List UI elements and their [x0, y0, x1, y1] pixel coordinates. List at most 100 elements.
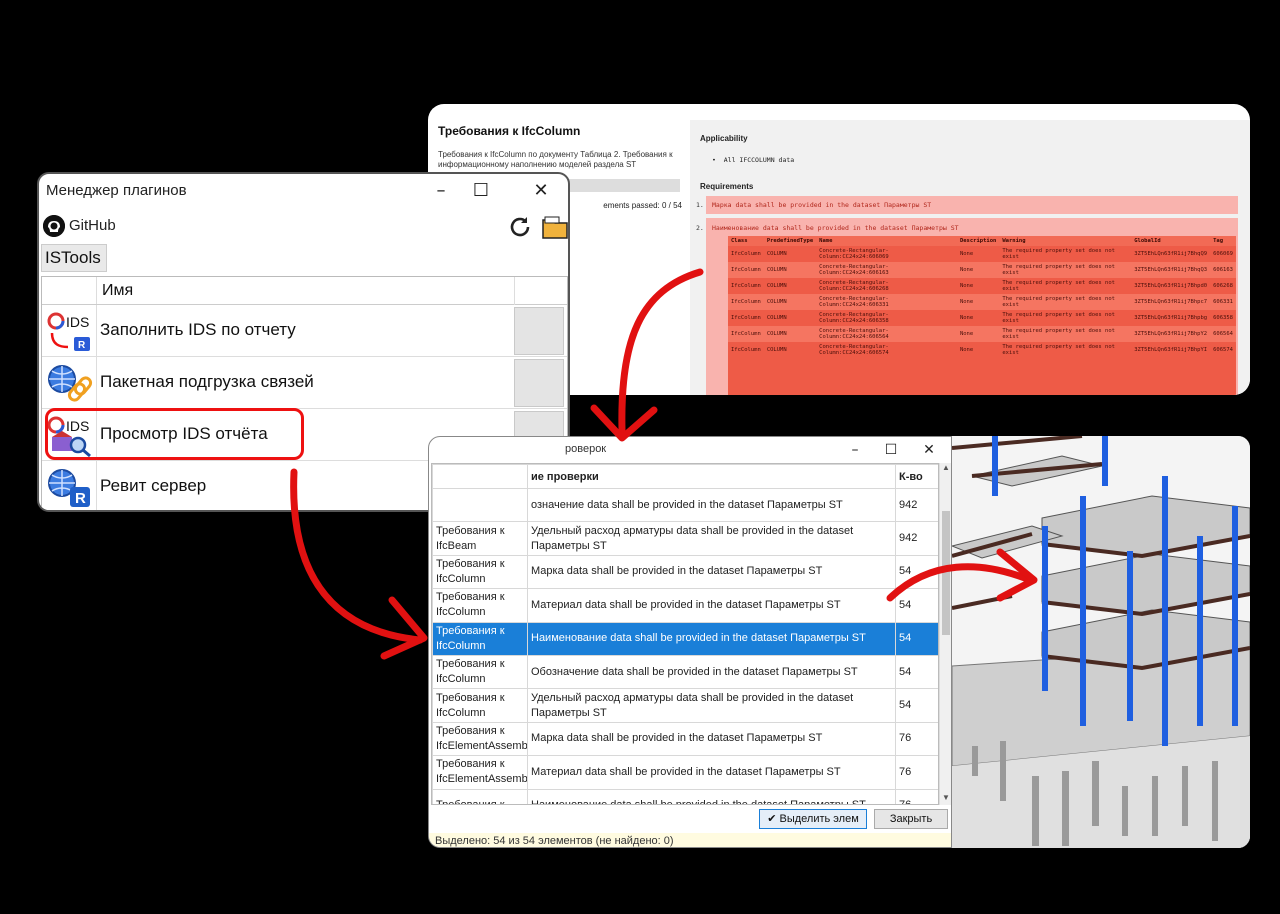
check-icon: ✔ — [767, 813, 777, 825]
check-row[interactable]: Требования к IfcElementAssemb Материал da… — [432, 755, 938, 790]
minimize-icon[interactable]: – — [421, 176, 461, 206]
count-cell: 76 — [895, 788, 938, 804]
vertical-scrollbar[interactable]: ▲ ▼ — [939, 463, 951, 805]
requirement-cell: Требования к IfcElementAssemb — [432, 755, 528, 790]
report-cell-desc: None — [959, 347, 974, 353]
refresh-icon[interactable] — [507, 214, 533, 240]
report-cell-name: Concrete-Rectangular-Column:CC24x24:6065… — [819, 344, 889, 356]
report-row: IfcColumn COLUMN Concrete-Rectangular-Colu… — [728, 326, 1236, 342]
column-check-header[interactable]: ие проверки — [527, 464, 896, 489]
plugin-name[interactable]: Ревит сервер — [100, 476, 206, 496]
report-details-panel: Applicability • All IFCCOLUMN data Requi… — [690, 120, 1250, 395]
count-cell: 76 — [895, 721, 938, 757]
check-row[interactable]: Требования к IfcColumn Удельный расход ар… — [432, 688, 938, 723]
report-cell-name: Concrete-Rectangular-Column:CC24x24:6063… — [819, 312, 889, 324]
close-icon[interactable]: ✕ — [911, 439, 947, 461]
count-cell: 942 — [895, 521, 938, 556]
plugin-name[interactable]: Заполнить IDS по отчету — [100, 320, 296, 340]
column-requirement-header[interactable] — [432, 464, 528, 489]
github-icon — [43, 215, 65, 237]
requirements-heading: Requirements — [700, 182, 754, 191]
check-row[interactable]: Требования к IfcColumn Марка data shall b… — [432, 554, 938, 590]
plugin-row[interactable]: IDS R Заполнить IDS по отчету — [42, 305, 567, 357]
applicability-item: • All IFCCOLUMN data — [712, 156, 795, 164]
report-cell-warn: The required property set does not exist — [1002, 280, 1115, 292]
folder-icon[interactable] — [541, 214, 568, 240]
window-title: Менеджер плагинов — [46, 182, 187, 199]
close-button[interactable]: Закрыть — [874, 809, 948, 829]
status-bar: Выделено: 54 из 54 элементов (не найдено… — [429, 833, 951, 847]
count-cell: 54 — [895, 654, 938, 690]
count-cell: 54 — [895, 688, 938, 723]
run-plugin-button[interactable] — [514, 359, 564, 407]
report-cell-name: Concrete-Rectangular-Column:CC24x24:6060… — [819, 248, 889, 260]
requirement-cell: Требования к IfcColumn — [432, 621, 528, 656]
maximize-icon[interactable]: ☐ — [873, 439, 909, 461]
report-cell-tag: 606163 — [1210, 262, 1236, 278]
report-cell-warn: The required property set does not exist — [999, 326, 1132, 342]
selected-plugin-highlight — [45, 408, 304, 460]
report-cell-desc: None — [959, 315, 974, 321]
requirement-cell: Требования к IfcColumn — [432, 688, 528, 723]
count-cell: 54 — [895, 621, 938, 656]
check-row[interactable]: означение data shall be provided in the … — [432, 487, 938, 523]
scroll-down-icon[interactable]: ▼ — [940, 793, 951, 805]
check-row[interactable]: Требования кНаименование data shall be p… — [432, 788, 938, 804]
report-cell-tag: 606069 — [1213, 251, 1233, 257]
select-elements-label: Выделить элем — [779, 813, 859, 825]
check-row[interactable]: Требования к IfcBeam Удельный расход арма… — [432, 521, 938, 556]
report-cell-tag: 606574 — [1213, 347, 1233, 353]
report-cell-cls: IfcColumn — [728, 326, 764, 342]
report-cell-gid: 3ZT5EhLQn63fR1ij7BhqQ3 — [1131, 262, 1211, 278]
count-cell: 54 — [895, 588, 938, 623]
plugin-row[interactable]: Пакетная подгрузка связей — [42, 357, 567, 409]
report-description: Требования к IfcColumn по документу Табл… — [438, 150, 673, 169]
column-count-header[interactable]: К-во — [895, 464, 938, 489]
report-cell-gid: 3ZT5EhLQn63fR1ij7Bhpbg — [1134, 315, 1208, 321]
check-row[interactable]: Требования к IfcColumn Материал data shal… — [432, 588, 938, 623]
check-row[interactable]: Требования к IfcColumn Наименование data … — [432, 621, 938, 656]
globe-link-icon — [46, 363, 94, 405]
requirement-1[interactable]: 1. Марка data shall be provided in the d… — [696, 196, 1238, 214]
report-cell-desc: None — [959, 283, 974, 289]
scroll-thumb[interactable] — [942, 511, 950, 635]
report-row: IfcColumn COLUMN Concrete-Rectangular-Colu… — [728, 310, 1236, 326]
close-icon[interactable]: ✕ — [521, 176, 561, 206]
report-cell-name: Concrete-Rectangular-Column:CC24x24:6061… — [816, 262, 957, 278]
check-cell: Марка data shall be provided in the data… — [527, 554, 896, 590]
applicability-text: All IFCCOLUMN data — [723, 156, 795, 164]
report-row: IfcColumn COLUMN Concrete-Rectangular-Colu… — [728, 294, 1236, 310]
report-column-header: Tag — [1210, 236, 1236, 246]
report-cell-type: COLUMN — [766, 315, 787, 321]
check-cell: Удельный расход арматуры data shall be p… — [527, 521, 896, 556]
check-row[interactable]: Требования к IfcColumn Обозначение data s… — [432, 654, 938, 690]
minimize-icon[interactable]: – — [837, 439, 873, 461]
maximize-icon[interactable]: ☐ — [461, 176, 501, 206]
requirement-2-text: Наименование data shall be provided in t… — [712, 224, 959, 232]
ids-fill-icon: IDS R — [46, 311, 94, 353]
github-link[interactable]: GitHub — [69, 217, 116, 234]
run-plugin-button[interactable] — [514, 307, 564, 355]
report-row: IfcColumn COLUMN Concrete-Rectangular-Colu… — [728, 246, 1236, 262]
report-cell-type: COLUMN — [766, 283, 787, 289]
report-cell-desc: None — [959, 251, 974, 257]
applicability-heading: Applicability — [700, 134, 748, 143]
checks-grid: ие проверки К-во означение data shall be… — [431, 463, 939, 805]
select-elements-button[interactable]: ✔ Выделить элем — [759, 809, 867, 829]
svg-text:R: R — [78, 340, 86, 351]
report-cell-warn: The required property set does not exist — [999, 294, 1132, 310]
report-cell-warn: The required property set does not exist — [999, 262, 1132, 278]
scroll-up-icon[interactable]: ▲ — [940, 463, 951, 475]
report-cell-type: COLUMN — [766, 347, 787, 353]
report-cell-name: Concrete-Rectangular-Column:CC24x24:6062… — [819, 280, 889, 292]
count-cell: 942 — [895, 487, 938, 523]
report-cell-name: Concrete-Rectangular-Column:CC24x24:6063… — [816, 294, 957, 310]
plugin-name[interactable]: Пакетная подгрузка связей — [100, 372, 314, 392]
3d-model-view[interactable] — [952, 436, 1250, 848]
report-cell-tag: 606564 — [1210, 326, 1236, 342]
check-row[interactable]: Требования к IfcElementAssemb Марка data … — [432, 721, 938, 757]
report-cell-cls: IfcColumn — [728, 262, 764, 278]
report-cell-gid: 3ZT5EhLQn63fR1ij7Bhpc7 — [1131, 294, 1211, 310]
report-cell-tag: 606358 — [1213, 315, 1233, 321]
tab-istools[interactable]: ISTools — [41, 244, 107, 272]
